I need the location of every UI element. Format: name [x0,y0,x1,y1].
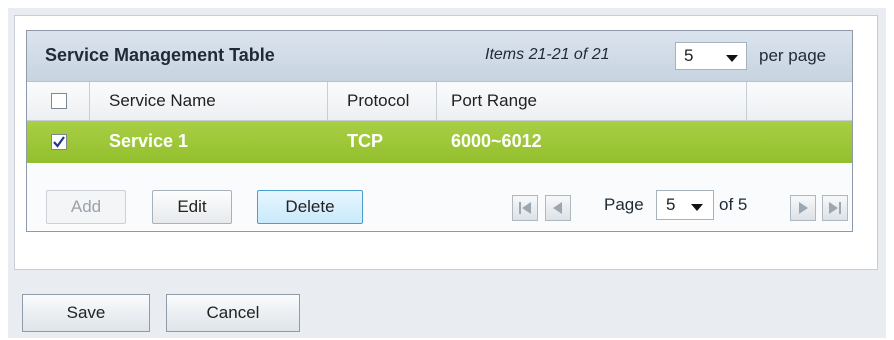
checkmark-icon [53,136,65,148]
first-page-icon [519,202,531,214]
last-page-button[interactable] [822,195,848,221]
cell-service-name: Service 1 [109,131,189,151]
cell-port-range: 6000~6012 [451,131,542,151]
column-divider [89,82,90,120]
items-per-page-value: 5 [684,46,694,65]
table-caption-bar: Service Management Table Items 21-21 of … [27,31,852,82]
page-label: Page [604,195,644,214]
header-port-range[interactable]: Port Range [451,91,537,111]
table-title: Service Management Table [45,45,275,65]
next-page-icon [799,202,808,214]
header-service-name[interactable]: Service Name [109,91,216,111]
header-protocol[interactable]: Protocol [347,91,409,111]
items-count-text: Items 21-21 of 21 [485,46,610,63]
last-page-icon [829,202,841,214]
next-page-button[interactable] [790,195,816,221]
page-select-value: 5 [666,195,676,214]
previous-page-button[interactable] [545,195,571,221]
items-per-page-select[interactable]: 5 [675,42,747,70]
edit-button[interactable]: Edit [152,190,232,224]
delete-button[interactable]: Delete [257,190,363,224]
table-header-row: Service Name Protocol Port Range [27,82,852,121]
previous-page-icon [553,202,562,214]
page-select[interactable]: 5 [656,190,714,220]
select-all-checkbox[interactable] [51,93,67,109]
page-total-label: of 5 [719,195,748,214]
column-divider [436,82,437,120]
chevron-down-icon [726,55,738,62]
per-page-label: per page [759,46,827,65]
chevron-down-icon [691,204,703,211]
row-checkbox[interactable] [51,134,67,150]
save-button[interactable]: Save [22,294,150,332]
column-divider [327,82,328,120]
table-row[interactable]: Service 1 TCP 6000~6012 [27,121,852,163]
add-button[interactable]: Add [46,190,126,224]
first-page-button[interactable] [512,195,538,221]
cell-protocol: TCP [347,131,383,151]
cancel-button[interactable]: Cancel [166,294,300,332]
column-divider [746,82,747,120]
